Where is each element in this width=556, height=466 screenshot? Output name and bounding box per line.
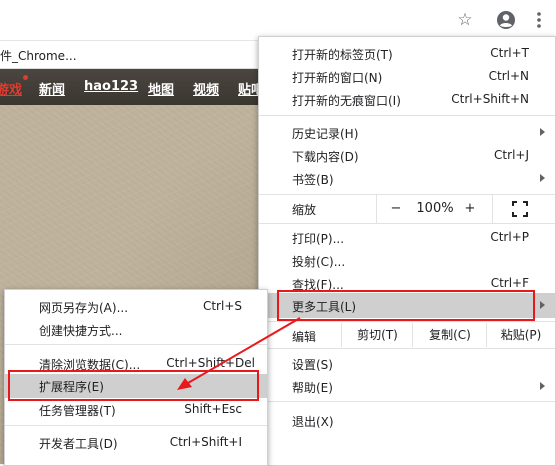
account-circle-icon[interactable]	[495, 9, 517, 31]
fullscreen-icon	[512, 201, 528, 217]
menu-item-bookmarks[interactable]: 书签(B)	[259, 167, 555, 190]
chevron-right-icon	[540, 174, 545, 182]
paste-button[interactable]: 粘贴(P)	[486, 323, 555, 347]
nav-link-news[interactable]: 新闻	[39, 79, 65, 98]
menu-divider	[259, 348, 555, 349]
zoom-out-button[interactable]: −	[387, 201, 405, 216]
submenu-item-task-manager[interactable]: 任务管理器(T) Shift+Esc	[5, 398, 267, 421]
menu-item-help[interactable]: 帮助(E)	[259, 375, 555, 398]
copy-button[interactable]: 复制(C)	[412, 323, 487, 347]
menu-item-find[interactable]: 查找(F)... Ctrl+F	[259, 272, 555, 295]
menu-item-downloads[interactable]: 下载内容(D) Ctrl+J	[259, 144, 555, 167]
three-dots-vertical-icon[interactable]	[528, 9, 550, 31]
menu-item-exit[interactable]: 退出(X)	[259, 409, 555, 432]
menu-item-more-tools[interactable]: 更多工具(L)	[259, 293, 555, 318]
chevron-right-icon	[540, 301, 545, 309]
chevron-right-icon	[540, 128, 545, 136]
cut-button[interactable]: 剪切(T)	[341, 323, 413, 347]
menu-item-new-tab[interactable]: 打开新的标签页(T) Ctrl+T	[259, 42, 555, 65]
menu-item-print[interactable]: 打印(P)... Ctrl+P	[259, 226, 555, 249]
submenu-item-create-shortcut[interactable]: 创建快捷方式...	[5, 318, 267, 341]
nav-link-map[interactable]: 地图	[148, 79, 174, 98]
submenu-item-dev-tools[interactable]: 开发者工具(D) Ctrl+Shift+I	[5, 431, 267, 454]
nav-link-games[interactable]: 游戏	[0, 79, 22, 98]
bookmark-item[interactable]: 件_Chrome...	[0, 47, 77, 64]
chrome-main-menu: 打开新的标签页(T) Ctrl+T 打开新的窗口(N) Ctrl+N 打开新的无…	[258, 36, 556, 466]
menu-divider	[259, 401, 555, 402]
new-badge-dot	[23, 75, 28, 80]
menu-item-new-incognito[interactable]: 打开新的无痕窗口(I) Ctrl+Shift+N	[259, 88, 555, 111]
menu-item-history[interactable]: 历史记录(H)	[259, 121, 555, 144]
zoom-level: 100%	[416, 201, 454, 216]
menu-row-edit: 编辑 剪切(T) 复制(C) 粘贴(P)	[259, 323, 555, 347]
menu-divider	[259, 321, 555, 322]
nav-link-hao123[interactable]: hao123	[84, 79, 138, 94]
menu-divider	[259, 115, 555, 116]
menu-item-new-window[interactable]: 打开新的窗口(N) Ctrl+N	[259, 65, 555, 88]
menu-divider	[259, 223, 555, 224]
menu-divider	[5, 425, 267, 426]
menu-item-settings[interactable]: 设置(S)	[259, 352, 555, 375]
chevron-right-icon	[540, 382, 545, 390]
browser-toolbar: ☆	[0, 0, 556, 41]
star-icon[interactable]: ☆	[454, 9, 476, 31]
submenu-item-extensions[interactable]: 扩展程序(E)	[5, 374, 267, 398]
zoom-in-button[interactable]: +	[461, 201, 479, 216]
menu-row-zoom: 缩放 − 100% +	[259, 195, 555, 223]
nav-link-video[interactable]: 视频	[193, 79, 219, 98]
submenu-item-clear-data[interactable]: 清除浏览数据(C)... Ctrl+Shift+Del	[5, 352, 267, 375]
submenu-item-save-page[interactable]: 网页另存为(A)... Ctrl+S	[5, 295, 267, 318]
more-tools-submenu: 网页另存为(A)... Ctrl+S 创建快捷方式... 清除浏览数据(C)..…	[4, 289, 268, 466]
zoom-controls: − 100% +	[376, 195, 493, 223]
menu-item-cast[interactable]: 投射(C)...	[259, 249, 555, 272]
fullscreen-button[interactable]	[492, 195, 555, 223]
menu-divider	[5, 344, 267, 345]
